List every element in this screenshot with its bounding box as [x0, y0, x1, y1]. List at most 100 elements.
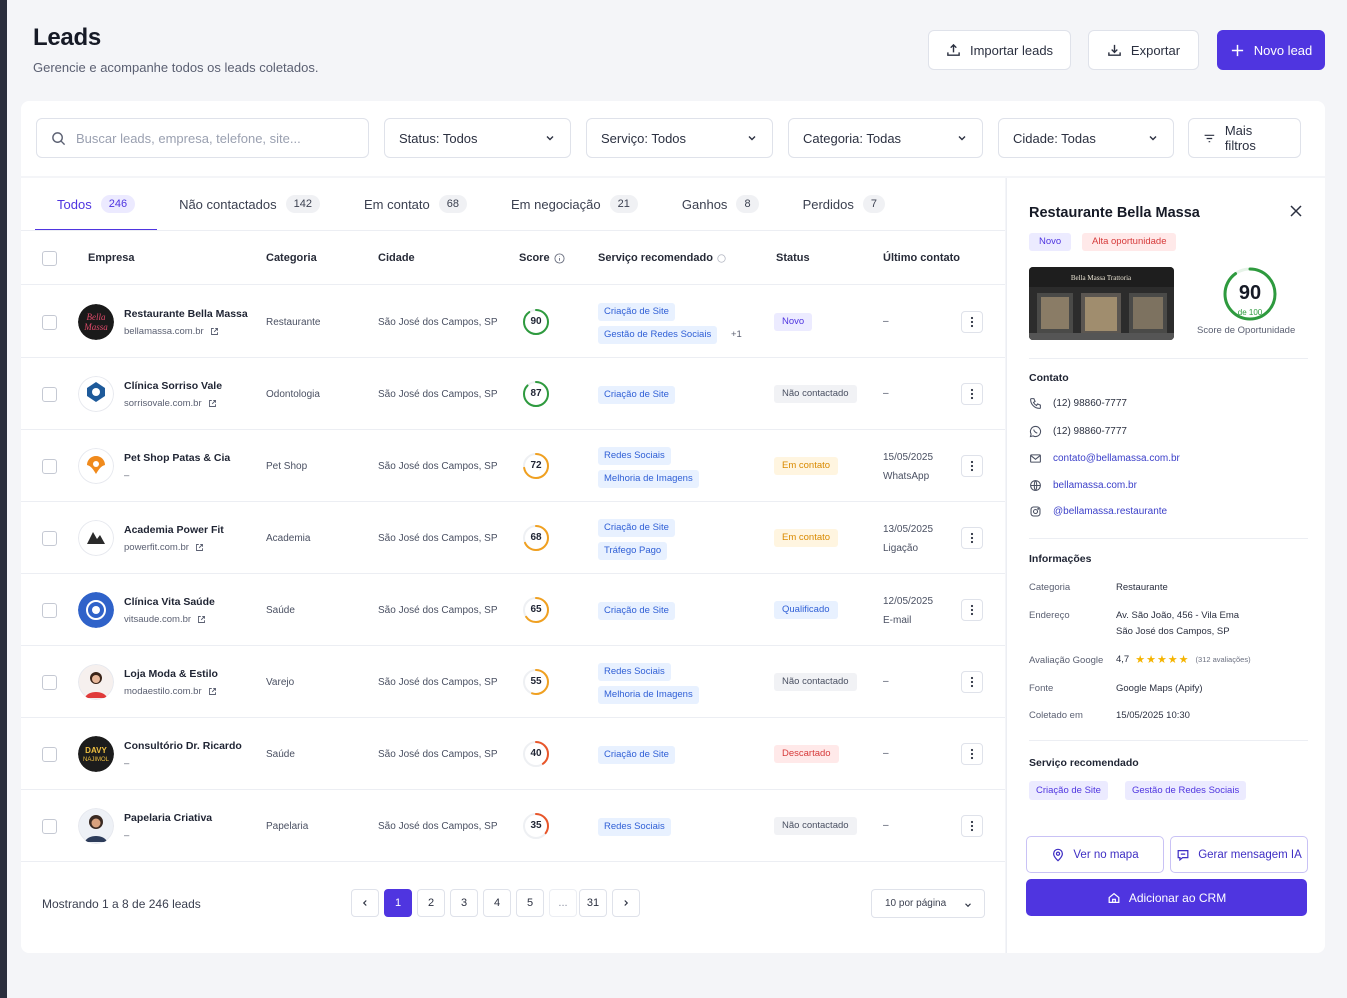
- per-page-select[interactable]: 10 por página: [871, 889, 985, 918]
- column-category[interactable]: Categoria: [266, 231, 317, 285]
- instagram-icon: [1030, 506, 1041, 517]
- company-name[interactable]: Papelaria Criativa: [124, 812, 212, 824]
- contact-phone[interactable]: (12) 98860-7777: [1029, 397, 1127, 410]
- service-filter[interactable]: Serviço: Todos: [586, 118, 773, 158]
- page-5-button[interactable]: 5: [516, 889, 544, 917]
- column-service[interactable]: Serviço recomendado: [598, 231, 726, 285]
- company-site[interactable]: sorrisovale.com.br: [124, 398, 217, 409]
- tab-ganhos[interactable]: Ganhos 8: [660, 178, 781, 230]
- info-rating-value: 4,7 ★★★★★ (312 avaliações): [1116, 654, 1251, 666]
- table-row[interactable]: Pet Shop Patas & Cia – Pet Shop São José…: [21, 430, 1005, 502]
- info-icon[interactable]: [554, 252, 565, 264]
- table-row[interactable]: Papelaria Criativa – Papelaria São José …: [21, 790, 1005, 862]
- tab-perdidos[interactable]: Perdidos 7: [781, 178, 907, 230]
- score-badge: 40: [522, 740, 550, 768]
- company-name[interactable]: Clínica Sorriso Vale: [124, 380, 222, 392]
- row-actions-button[interactable]: [961, 599, 983, 621]
- close-icon[interactable]: [1288, 203, 1304, 219]
- badge-high-opportunity: Alta oportunidade: [1082, 233, 1177, 251]
- page-2-button[interactable]: 2: [417, 889, 445, 917]
- external-link-icon[interactable]: [208, 399, 217, 408]
- company-name[interactable]: Clínica Vita Saúde: [124, 596, 215, 608]
- search-box[interactable]: [36, 118, 369, 158]
- category-filter[interactable]: Categoria: Todas: [788, 118, 983, 158]
- row-actions-button[interactable]: [961, 743, 983, 765]
- external-link-icon[interactable]: [197, 615, 206, 624]
- row-checkbox[interactable]: [42, 675, 57, 690]
- page-1-button[interactable]: 1: [384, 889, 412, 917]
- company-name[interactable]: Loja Moda & Estilo: [124, 668, 218, 680]
- row-checkbox[interactable]: [42, 315, 57, 330]
- table-row[interactable]: Bella Massa Restaurante Bella Massa bella…: [21, 286, 1005, 358]
- table-row[interactable]: Clínica Sorriso Vale sorrisovale.com.br …: [21, 358, 1005, 430]
- row-checkbox[interactable]: [42, 387, 57, 402]
- column-city[interactable]: Cidade: [378, 231, 415, 285]
- page-4-button[interactable]: 4: [483, 889, 511, 917]
- company-site[interactable]: –: [124, 758, 129, 769]
- column-score[interactable]: Score: [519, 231, 565, 285]
- row-checkbox[interactable]: [42, 819, 57, 834]
- pagination-summary: Mostrando 1 a 8 de 246 leads: [42, 897, 201, 911]
- page-31-button[interactable]: 31: [579, 889, 607, 917]
- external-link-icon[interactable]: [210, 327, 219, 336]
- info-icon[interactable]: [717, 253, 726, 263]
- tab-nao-contactados[interactable]: Não contactados 142: [157, 178, 342, 230]
- score-badge: 68: [522, 524, 550, 552]
- view-map-button[interactable]: Ver no mapa: [1026, 836, 1164, 873]
- row-actions-button[interactable]: [961, 311, 983, 333]
- company-name[interactable]: Restaurante Bella Massa: [124, 308, 248, 320]
- import-leads-button[interactable]: Importar leads: [928, 30, 1071, 70]
- column-status[interactable]: Status: [776, 231, 810, 285]
- company-site[interactable]: bellamassa.com.br: [124, 326, 219, 337]
- row-actions-button[interactable]: [961, 815, 983, 837]
- contact-email[interactable]: contato@bellamassa.com.br: [1029, 452, 1180, 465]
- more-services-count[interactable]: +1: [731, 329, 742, 340]
- row-checkbox[interactable]: [42, 603, 57, 618]
- company-name[interactable]: Pet Shop Patas & Cia: [124, 452, 230, 464]
- status-filter[interactable]: Status: Todos: [384, 118, 571, 158]
- column-last-contact[interactable]: Último contato: [883, 231, 960, 285]
- new-lead-button[interactable]: Novo lead: [1217, 30, 1325, 70]
- select-all-checkbox[interactable]: [42, 251, 57, 266]
- company-site[interactable]: modaestilo.com.br: [124, 686, 217, 697]
- row-checkbox[interactable]: [42, 747, 57, 762]
- generate-ai-message-button[interactable]: Gerar mensagem IA: [1170, 836, 1308, 873]
- table-row[interactable]: DAVY NAJIMOL Consultório Dr. Ricardo – Sa…: [21, 718, 1005, 790]
- prev-page-button[interactable]: [351, 889, 379, 917]
- company-site[interactable]: –: [124, 470, 129, 481]
- category-cell: Saúde: [266, 749, 295, 760]
- company-name[interactable]: Academia Power Fit: [124, 524, 224, 536]
- company-name[interactable]: Consultório Dr. Ricardo: [124, 740, 242, 752]
- column-company[interactable]: Empresa: [88, 231, 134, 285]
- company-site[interactable]: vitsaude.com.br: [124, 614, 206, 625]
- row-actions-button[interactable]: [961, 671, 983, 693]
- external-link-icon[interactable]: [195, 543, 204, 552]
- contact-website[interactable]: bellamassa.com.br: [1029, 479, 1137, 492]
- row-checkbox[interactable]: [42, 531, 57, 546]
- tab-em-negociacao[interactable]: Em negociação 21: [489, 178, 660, 230]
- contact-whatsapp[interactable]: (12) 98860-7777: [1029, 425, 1127, 438]
- company-site[interactable]: powerfit.com.br: [124, 542, 204, 553]
- city-filter[interactable]: Cidade: Todas: [998, 118, 1174, 158]
- table-row[interactable]: Clínica Vita Saúde vitsaude.com.br Saúde…: [21, 574, 1005, 646]
- table-row[interactable]: Academia Power Fit powerfit.com.br Acade…: [21, 502, 1005, 574]
- row-checkbox[interactable]: [42, 459, 57, 474]
- search-input[interactable]: [76, 130, 336, 146]
- next-page-button[interactable]: [612, 889, 640, 917]
- table-row[interactable]: Loja Moda & Estilo modaestilo.com.br Var…: [21, 646, 1005, 718]
- company-site[interactable]: –: [124, 830, 129, 841]
- service-tag: Criação de Site: [598, 519, 675, 537]
- external-link-icon[interactable]: [208, 687, 217, 696]
- category-cell: Odontologia: [266, 389, 320, 400]
- row-actions-button[interactable]: [961, 383, 983, 405]
- row-actions-button[interactable]: [961, 527, 983, 549]
- export-button[interactable]: Exportar: [1088, 30, 1199, 70]
- more-filters-button[interactable]: Mais filtros: [1188, 118, 1301, 158]
- info-source-value: Google Maps (Apify): [1116, 683, 1203, 694]
- add-to-crm-button[interactable]: Adicionar ao CRM: [1026, 879, 1307, 916]
- contact-instagram[interactable]: @bellamassa.restaurante: [1029, 505, 1167, 518]
- tab-todos[interactable]: Todos 246: [35, 178, 158, 231]
- row-actions-button[interactable]: [961, 455, 983, 477]
- tab-em-contato[interactable]: Em contato 68: [342, 178, 489, 230]
- page-3-button[interactable]: 3: [450, 889, 478, 917]
